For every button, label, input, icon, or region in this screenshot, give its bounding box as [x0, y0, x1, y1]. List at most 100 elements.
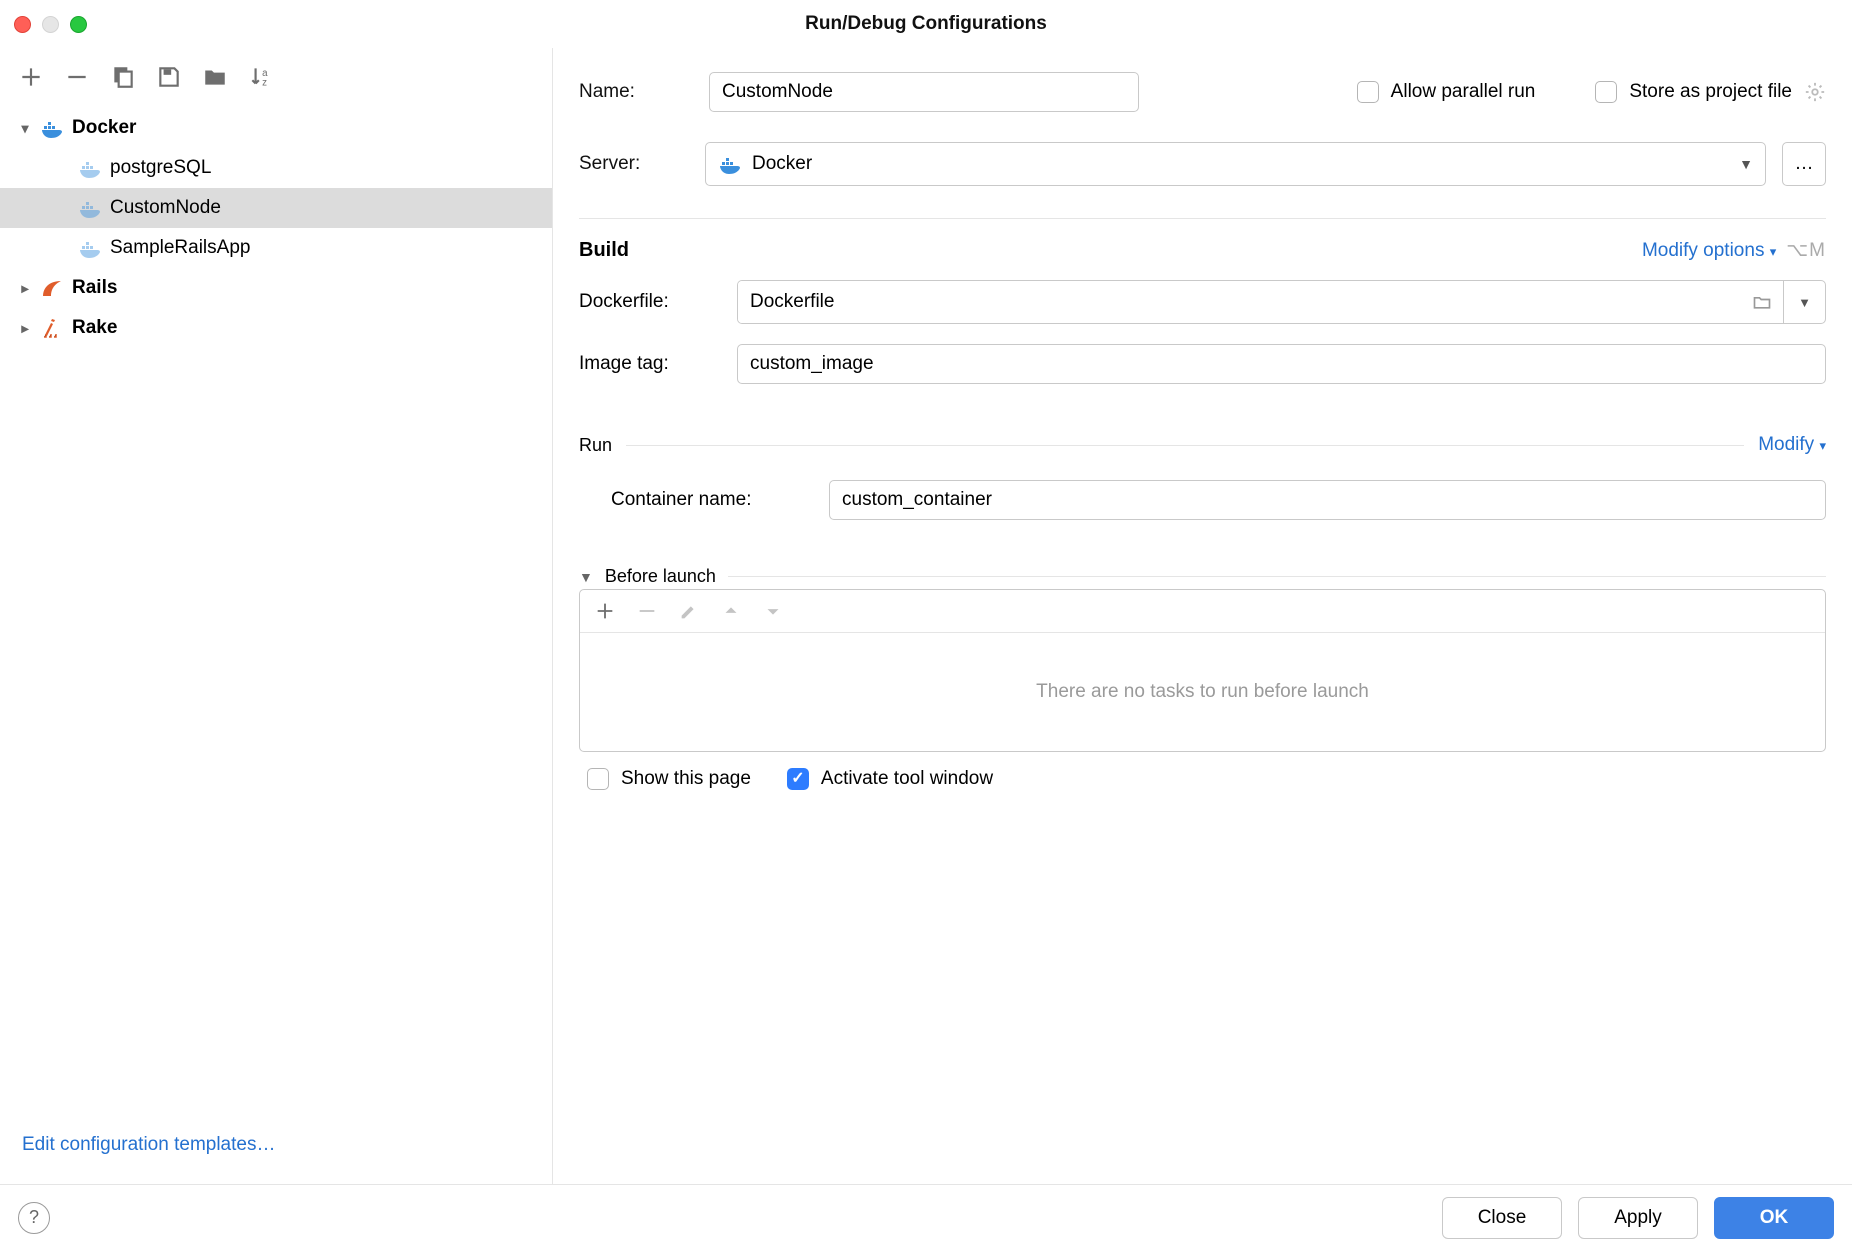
modify-options-link[interactable]: Modify options ▾: [1642, 240, 1776, 262]
name-input[interactable]: [709, 72, 1139, 112]
container-name-input[interactable]: [829, 480, 1826, 520]
run-title: Run: [579, 435, 612, 456]
image-tag-input[interactable]: [737, 344, 1826, 384]
configurations-panel: az ▾ Docker postgreSQL CustomNode Sample…: [0, 48, 553, 1184]
checkbox-icon: [1357, 81, 1379, 103]
browse-icon[interactable]: [1741, 281, 1783, 323]
minimize-window-icon: [42, 16, 59, 33]
dockerfile-row: Dockerfile: ▼: [579, 280, 1826, 324]
checkbox-label: Allow parallel run: [1391, 81, 1536, 103]
before-launch-toolbar: [580, 590, 1825, 633]
chevron-down-icon[interactable]: ▼: [1783, 281, 1825, 323]
checkbox-label: Show this page: [621, 768, 751, 790]
checkbox-icon: [787, 768, 809, 790]
ok-button[interactable]: OK: [1714, 1197, 1834, 1239]
before-launch-panel: There are no tasks to run before launch: [579, 589, 1826, 752]
divider: [626, 445, 1744, 446]
add-icon[interactable]: [594, 600, 616, 622]
edit-configuration-templates-link[interactable]: Edit configuration templates…: [0, 1118, 552, 1184]
configuration-form: Name: Allow parallel run Store as projec…: [553, 48, 1852, 1184]
tree-item-customnode[interactable]: CustomNode: [0, 188, 552, 228]
zoom-window-icon[interactable]: [70, 16, 87, 33]
chevron-down-icon: ▼: [1739, 156, 1753, 172]
before-launch-header[interactable]: ▼ Before launch: [579, 566, 1826, 587]
titlebar: Run/Debug Configurations: [0, 0, 1852, 48]
dockerfile-input-wrapper: ▼: [737, 280, 1826, 324]
run-section-header: Run Modify ▾: [579, 434, 1826, 456]
before-launch-empty: There are no tasks to run before launch: [580, 633, 1825, 751]
tree-item-label: CustomNode: [110, 197, 221, 219]
tree-node-rails[interactable]: ▸ Rails: [0, 268, 552, 308]
tree-label: Docker: [72, 117, 136, 139]
add-icon[interactable]: [18, 64, 44, 90]
move-up-icon: [720, 600, 742, 622]
remove-icon[interactable]: [64, 64, 90, 90]
dialog-footer: ? Close Apply OK: [0, 1184, 1852, 1250]
docker-icon: [78, 156, 102, 180]
build-title: Build: [579, 239, 629, 262]
bottom-options: Show this page Activate tool window: [579, 752, 1826, 790]
tree-node-rake[interactable]: ▸ Rake: [0, 308, 552, 348]
tree-item-postgresql[interactable]: postgreSQL: [0, 148, 552, 188]
tree-item-samplerailsapp[interactable]: SampleRailsApp: [0, 228, 552, 268]
rake-icon: [40, 316, 64, 340]
apply-button[interactable]: Apply: [1578, 1197, 1698, 1239]
divider: [728, 576, 1826, 577]
close-button[interactable]: Close: [1442, 1197, 1562, 1239]
build-section-header: Build Modify options ▾ ⌥M: [579, 239, 1826, 262]
chevron-right-icon: ▸: [18, 280, 32, 297]
shortcut-label: ⌥M: [1786, 239, 1826, 262]
close-window-icon[interactable]: [14, 16, 31, 33]
docker-icon: [78, 196, 102, 220]
name-row: Name: Allow parallel run Store as projec…: [579, 72, 1826, 112]
show-this-page-checkbox[interactable]: Show this page: [587, 768, 751, 790]
docker-icon: [78, 236, 102, 260]
dockerfile-label: Dockerfile:: [579, 291, 737, 313]
folder-icon[interactable]: [202, 64, 228, 90]
image-tag-row: Image tag:: [579, 344, 1826, 384]
server-more-button[interactable]: …: [1782, 142, 1826, 186]
server-select[interactable]: Docker ▼: [705, 142, 1766, 186]
configurations-toolbar: az: [0, 48, 552, 104]
server-row: Server: Docker ▼ …: [579, 142, 1826, 186]
sort-az-icon[interactable]: az: [248, 64, 274, 90]
tree-label: Rails: [72, 277, 117, 299]
tree-item-label: SampleRailsApp: [110, 237, 250, 259]
tree-node-docker[interactable]: ▾ Docker: [0, 108, 552, 148]
before-launch-title: Before launch: [605, 566, 716, 587]
move-down-icon: [762, 600, 784, 622]
activate-tool-window-checkbox[interactable]: Activate tool window: [787, 768, 993, 790]
window-controls: [14, 16, 87, 33]
allow-parallel-run-checkbox[interactable]: Allow parallel run: [1357, 81, 1536, 103]
copy-icon[interactable]: [110, 64, 136, 90]
checkbox-label: Store as project file: [1629, 81, 1792, 103]
main-content: az ▾ Docker postgreSQL CustomNode Sample…: [0, 48, 1852, 1184]
store-as-project-file-checkbox[interactable]: Store as project file: [1595, 81, 1826, 103]
server-label: Server:: [579, 153, 689, 175]
help-button[interactable]: ?: [18, 1202, 50, 1234]
save-icon[interactable]: [156, 64, 182, 90]
window-title: Run/Debug Configurations: [0, 13, 1852, 35]
name-label: Name:: [579, 81, 689, 103]
chevron-down-icon: ▼: [579, 569, 593, 585]
server-value: Docker: [752, 153, 812, 175]
checkbox-icon: [1595, 81, 1617, 103]
chevron-down-icon: ▾: [1770, 244, 1777, 259]
checkbox-label: Activate tool window: [821, 768, 993, 790]
chevron-right-icon: ▸: [18, 320, 32, 337]
divider: [579, 218, 1826, 219]
chevron-down-icon: ▾: [1819, 438, 1826, 453]
remove-icon: [636, 600, 658, 622]
gear-icon[interactable]: [1804, 81, 1826, 103]
rails-icon: [40, 276, 64, 300]
docker-icon: [40, 116, 64, 140]
dockerfile-input[interactable]: [738, 281, 1741, 323]
checkbox-icon: [587, 768, 609, 790]
tree-item-label: postgreSQL: [110, 157, 211, 179]
container-name-row: Container name:: [611, 480, 1826, 520]
configurations-tree: ▾ Docker postgreSQL CustomNode SampleRai…: [0, 104, 552, 1118]
image-tag-label: Image tag:: [579, 353, 737, 375]
modify-run-link[interactable]: Modify ▾: [1758, 434, 1826, 456]
edit-icon: [678, 600, 700, 622]
svg-text:z: z: [262, 78, 267, 89]
